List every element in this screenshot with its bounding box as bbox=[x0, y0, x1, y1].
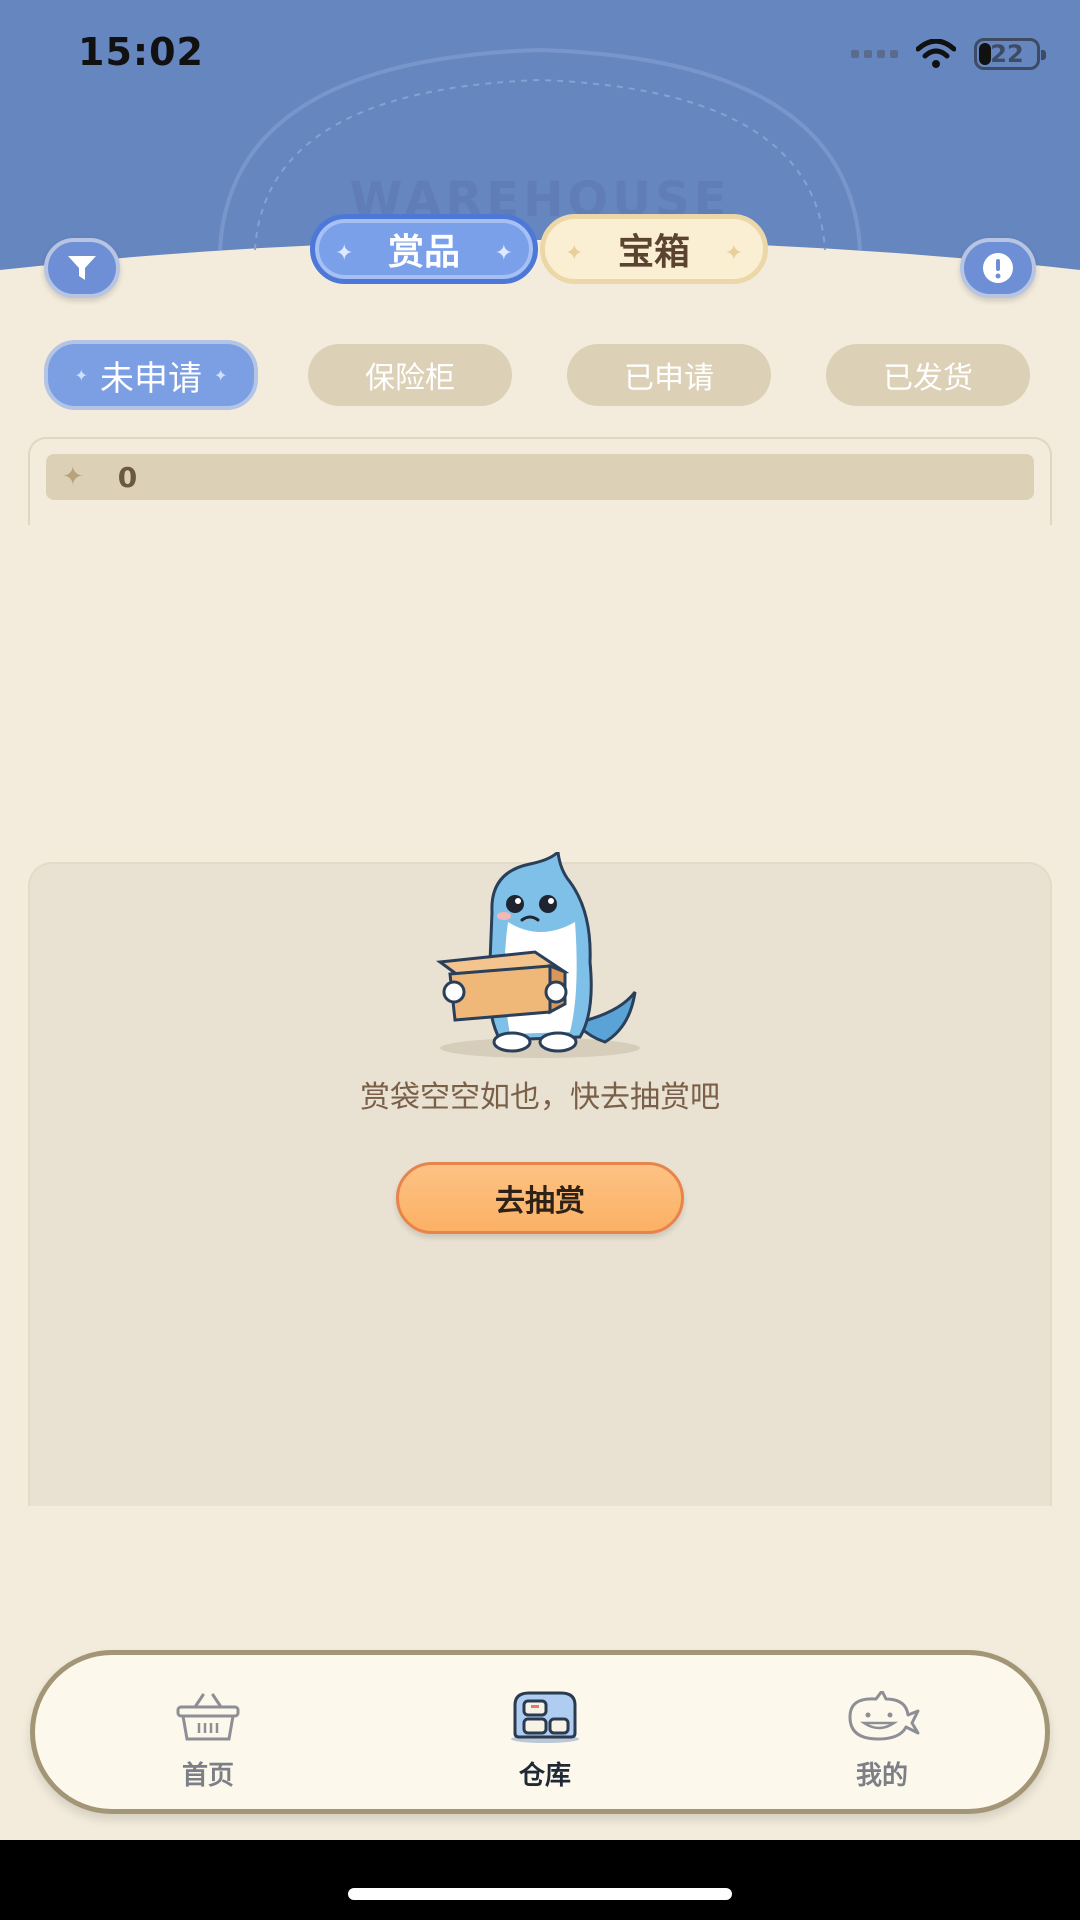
sparkle-icon: ✦ bbox=[62, 462, 84, 492]
item-count: 0 bbox=[117, 460, 138, 494]
system-bottom-bar bbox=[0, 1840, 1080, 1920]
subtab-safe[interactable]: 保险柜 bbox=[308, 344, 512, 406]
header-watermark: WAREHOUSE bbox=[349, 172, 731, 228]
info-icon bbox=[983, 253, 1013, 283]
tab-prize-label: 赏品 bbox=[387, 232, 460, 273]
subtab-unapplied[interactable]: ✦ 未申请 ✦ bbox=[44, 340, 258, 410]
status-time: 15:02 bbox=[78, 30, 204, 74]
shark-face-icon bbox=[848, 1691, 920, 1741]
sparkle-icon: ✦ bbox=[494, 241, 513, 266]
battery-level: 22 bbox=[990, 40, 1024, 68]
nav-item-mine[interactable]: 我的 bbox=[802, 1681, 962, 1792]
sparkle-icon: ✦ bbox=[74, 365, 88, 385]
battery-indicator: 22 bbox=[974, 38, 1046, 70]
filter-button[interactable] bbox=[44, 238, 120, 298]
nav-home-label: 首页 bbox=[181, 1761, 234, 1791]
go-draw-button[interactable]: 去抽赏 bbox=[396, 1162, 684, 1234]
home-indicator[interactable] bbox=[348, 1888, 732, 1900]
nav-warehouse-label: 仓库 bbox=[518, 1761, 571, 1791]
cellular-signal-icon bbox=[851, 50, 898, 58]
shark-mascot-illustration bbox=[435, 852, 640, 1058]
filter-icon bbox=[68, 256, 96, 280]
info-button[interactable] bbox=[960, 238, 1036, 298]
nav-mine-label: 我的 bbox=[855, 1761, 908, 1791]
bottom-nav: 首页 仓库 我的 bbox=[30, 1650, 1050, 1814]
status-icons: 22 bbox=[851, 36, 1046, 72]
sparkle-icon: ✦ bbox=[724, 241, 743, 266]
tab-chest[interactable]: ✦ 宝箱 ✦ bbox=[540, 214, 768, 284]
sparkle-icon: ✦ bbox=[214, 365, 228, 385]
warehouse-icon bbox=[511, 1691, 579, 1743]
nav-item-warehouse[interactable]: 仓库 bbox=[465, 1681, 625, 1792]
tab-prize[interactable]: ✦ 赏品 ✦ bbox=[310, 214, 538, 284]
wifi-icon bbox=[916, 39, 956, 68]
empty-state-message: 赏袋空空如也，快去抽赏吧 bbox=[360, 1080, 720, 1115]
subtab-shipped[interactable]: 已发货 bbox=[826, 344, 1030, 406]
subtab-safe-label: 保险柜 bbox=[365, 361, 455, 396]
sparkle-icon: ✦ bbox=[335, 241, 354, 266]
subtab-shipped-label: 已发货 bbox=[883, 361, 973, 396]
nav-item-home[interactable]: 首页 bbox=[128, 1681, 288, 1792]
sparkle-icon: ✦ bbox=[565, 241, 584, 266]
basket-icon bbox=[176, 1693, 240, 1741]
count-bar: ✦ 0 bbox=[46, 454, 1034, 500]
subtab-applied[interactable]: 已申请 bbox=[567, 344, 771, 406]
tab-chest-label: 宝箱 bbox=[617, 232, 690, 273]
subtab-unapplied-label: 未申请 bbox=[100, 358, 202, 399]
subtab-applied-label: 已申请 bbox=[624, 361, 714, 396]
